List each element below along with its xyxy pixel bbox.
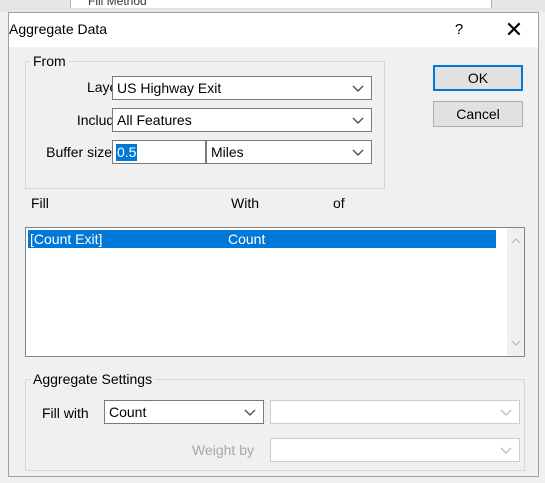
fill-column-header: Fill [31,195,49,211]
fill-with-value: Count [109,404,147,420]
fill-with-dropdown[interactable]: Count [104,400,264,424]
aggregate-data-dialog: Aggregate Data ? ✕ From Layer US Highway… [8,12,539,477]
background-window: Fill Method [0,0,545,12]
unit-dropdown[interactable]: Miles [206,140,372,164]
weight-by-label: Weight by [192,442,254,458]
from-group-legend: From [30,53,69,69]
chevron-down-icon[interactable] [509,336,523,350]
with-column-header: With [231,195,259,211]
row-fill-cell: [Count Exit] [30,231,103,247]
chevron-up-icon[interactable] [509,234,523,248]
fill-with-field-dropdown [270,400,520,424]
cancel-button[interactable]: Cancel [433,101,523,127]
chevron-down-icon [500,409,512,416]
ok-button[interactable]: OK [433,65,523,91]
table-row[interactable]: [Count Exit] Count [28,230,496,248]
chevron-down-icon [352,149,364,156]
row-with-cell: Count [228,231,266,247]
background-peek-text: Fill Method [88,0,147,8]
close-button[interactable]: ✕ [499,17,529,43]
include-dropdown[interactable]: All Features [112,108,372,132]
from-group: From Layer US Highway Exit Include All F… [25,53,385,189]
weight-by-dropdown [270,438,520,462]
include-value: All Features [117,112,192,128]
chevron-down-icon [500,447,512,454]
fill-with-label: Fill with [42,405,89,421]
fill-list-scrollbar[interactable] [507,228,524,356]
unit-value: Miles [211,144,244,160]
buffer-size-input[interactable]: 0.5 [112,140,206,164]
aggregate-settings-legend: Aggregate Settings [30,371,156,387]
buffer-size-label: Buffer size [46,144,112,160]
aggregate-settings-group: Aggregate Settings Fill with Count Weigh… [25,371,525,471]
chevron-down-icon [352,117,364,124]
fill-list[interactable]: [Count Exit] Count [25,227,525,357]
of-column-header: of [333,195,345,211]
chevron-down-icon [244,409,256,416]
buffer-size-value: 0.5 [116,144,138,161]
layer-dropdown[interactable]: US Highway Exit [112,76,372,100]
title-bar: Aggregate Data ? ✕ [9,13,538,47]
help-button[interactable]: ? [449,19,469,41]
chevron-down-icon [352,85,364,92]
layer-value: US Highway Exit [117,80,222,96]
dialog-title: Aggregate Data [9,21,108,37]
